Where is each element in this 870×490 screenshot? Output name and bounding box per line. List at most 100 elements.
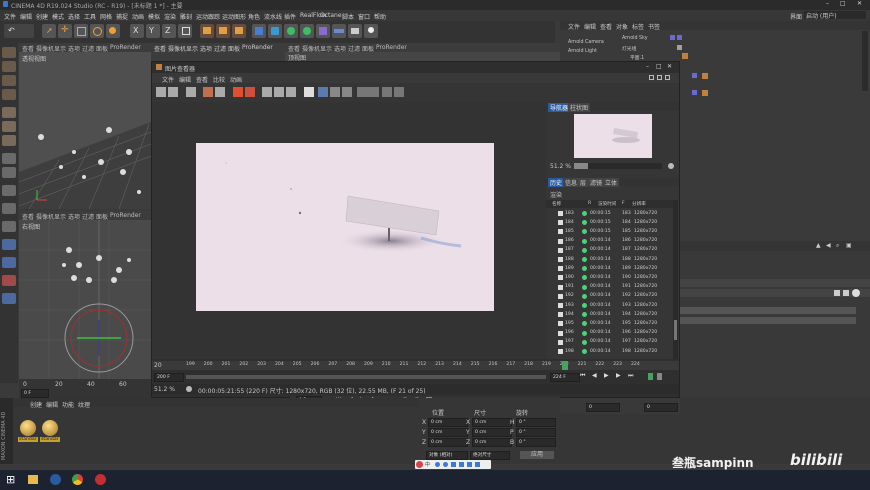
history-checkbox[interactable] — [558, 330, 563, 336]
fit-icon[interactable] — [304, 87, 314, 97]
playhead[interactable] — [562, 361, 568, 370]
material-swatch[interactable]: standar — [40, 420, 60, 446]
om-menu-tags[interactable]: 标签 — [632, 22, 644, 31]
coord-size-field[interactable]: 0 cm — [472, 428, 512, 437]
vp3-menu-prorender[interactable]: ProRender — [376, 44, 407, 51]
col-name[interactable]: 名称 — [552, 201, 561, 207]
color-icon[interactable] — [286, 87, 296, 97]
mat-menu-function[interactable]: 功能 — [62, 400, 74, 409]
om-menu-edit[interactable]: 编辑 — [584, 22, 596, 31]
history-checkbox[interactable] — [558, 229, 563, 235]
tab-navigator[interactable]: 导航器 — [548, 103, 571, 112]
menu-script[interactable]: 脚本 — [342, 12, 354, 21]
layout-select[interactable]: 启动 (用户) — [804, 11, 866, 20]
history-checkbox[interactable] — [558, 257, 563, 262]
render-region-icon[interactable] — [186, 87, 196, 97]
axis-mode-button[interactable] — [2, 153, 16, 164]
menu-motion-tracking[interactable]: 运动跟踪 — [196, 12, 220, 21]
col-r[interactable]: R — [588, 201, 591, 206]
vp3-menu-panel[interactable]: 面板 — [362, 44, 374, 53]
history-checkbox[interactable] — [558, 303, 563, 308]
history-checkbox[interactable] — [558, 293, 563, 299]
menu-edit[interactable]: 编辑 — [20, 12, 32, 21]
vp4-menu-filter[interactable]: 过滤 — [214, 44, 226, 53]
history-checkbox[interactable] — [558, 238, 563, 244]
tab-history[interactable]: 历史 — [548, 178, 565, 187]
view-options-icon[interactable] — [382, 87, 392, 97]
chrome-icon[interactable] — [72, 474, 83, 485]
undo-button[interactable]: ↶ — [4, 24, 34, 38]
menu-window[interactable]: 窗口 — [358, 12, 370, 21]
coord-position-field[interactable]: 0 cm — [428, 418, 468, 427]
coord-rotation-field[interactable]: 0 ° — [516, 428, 556, 437]
side-viewport[interactable]: 查看 摄像机 显示 选项 过滤 面板 ProRender 顶视图 — [285, 43, 560, 62]
coord-mode-select[interactable]: 对象 (相对) — [426, 451, 468, 460]
swap-icon[interactable] — [274, 87, 284, 97]
tab-layers[interactable]: 层 — [578, 178, 589, 187]
tab-filter[interactable]: 滤镜 — [588, 178, 605, 187]
menu-pipeline[interactable]: 流水线 — [264, 12, 282, 21]
om-menu-file[interactable]: 文件 — [568, 22, 580, 31]
frame-field[interactable]: 200 F — [154, 373, 184, 382]
menu-tools[interactable]: 工具 — [84, 12, 96, 21]
zoom-reset-icon[interactable] — [668, 163, 674, 169]
history-row[interactable]: 187 00:00:14 187 1280x720 — [558, 247, 670, 254]
history-checkbox[interactable] — [558, 211, 563, 216]
ime-icon[interactable] — [459, 462, 464, 467]
close-button[interactable]: ✕ — [857, 0, 862, 7]
object-item[interactable]: Arnold Camera — [568, 40, 618, 47]
recorder-icon[interactable] — [95, 474, 106, 485]
make-editable-button[interactable] — [2, 47, 16, 58]
coordinate-system-button[interactable] — [178, 24, 192, 38]
menu-snap[interactable]: 捕捉 — [116, 12, 128, 21]
stereo-icon[interactable] — [357, 87, 379, 97]
object-item[interactable]: 灯光组 — [622, 45, 672, 52]
history-row[interactable]: 198 00:00:14 198 1280x720 — [558, 348, 670, 355]
ime-icon[interactable] — [451, 462, 456, 467]
y-axis-button[interactable]: Y — [146, 24, 160, 38]
windows-start-icon[interactable]: ⊞ — [6, 473, 15, 486]
tab-info[interactable]: 信息 — [563, 178, 580, 187]
coord-size-field[interactable]: 0 cm — [472, 418, 512, 427]
menu-mode[interactable]: 模式 — [52, 12, 64, 21]
recent-tool-button[interactable] — [106, 24, 120, 38]
cube-button[interactable] — [252, 24, 266, 38]
material-swatch[interactable]: standar — [18, 420, 38, 446]
history-row[interactable]: 194 00:00:14 194 1280x720 — [558, 311, 670, 318]
cinema4d-taskbar-icon[interactable] — [50, 474, 61, 485]
vp1-menu-prorender[interactable]: ProRender — [110, 44, 141, 51]
loop-icon[interactable] — [648, 373, 653, 380]
ime-icon[interactable] — [467, 462, 472, 467]
history-checkbox[interactable] — [558, 349, 563, 354]
attribute-dropdown[interactable] — [680, 317, 856, 324]
floor-button[interactable] — [332, 24, 346, 38]
next-frame-icon[interactable]: ▶ — [616, 372, 621, 379]
tab-stereo[interactable]: 立体 — [603, 178, 620, 187]
vp4-menu-prorender[interactable]: ProRender — [242, 44, 273, 51]
tag-icon[interactable] — [692, 73, 697, 78]
camera-button[interactable] — [348, 24, 362, 38]
solo-button[interactable] — [2, 221, 16, 232]
history-row[interactable]: 193 00:00:14 193 1280x720 — [558, 302, 670, 309]
texture-mode-button[interactable] — [2, 75, 16, 86]
render-settings-button[interactable] — [232, 24, 246, 38]
history-checkbox[interactable] — [558, 284, 563, 290]
coord-position-field[interactable]: 0 cm — [428, 428, 468, 437]
attribute-icon[interactable] — [834, 290, 840, 296]
transform-field[interactable]: 0 — [644, 403, 678, 412]
top-viewport[interactable]: 查看 摄像机 显示 选项 过滤 面板 ProRender 右视图 — [19, 211, 151, 379]
tag-icon[interactable] — [692, 90, 697, 95]
history-row[interactable]: 183 00:00:15 183 1280x720 — [558, 210, 670, 217]
menu-mograph[interactable]: 运动图形 — [222, 12, 246, 21]
tab-histogram[interactable]: 柱状图 — [568, 103, 591, 112]
pv-maximize-button[interactable]: □ — [656, 63, 662, 70]
snap-button[interactable] — [2, 185, 16, 196]
scale-tool-button[interactable] — [74, 24, 88, 38]
lock-icon[interactable]: ▣ — [846, 242, 852, 249]
vp4-menu-panel[interactable]: 面板 — [228, 44, 240, 53]
render-region-red-icon[interactable] — [245, 87, 255, 97]
ime-icon[interactable] — [435, 462, 440, 467]
perspective-viewport[interactable]: 查看 摄像机 显示 选项 过滤 面板 ProRender 透视视图 — [19, 43, 151, 209]
view-options-icon[interactable] — [394, 87, 404, 97]
menu-file[interactable]: 文件 — [4, 12, 16, 21]
